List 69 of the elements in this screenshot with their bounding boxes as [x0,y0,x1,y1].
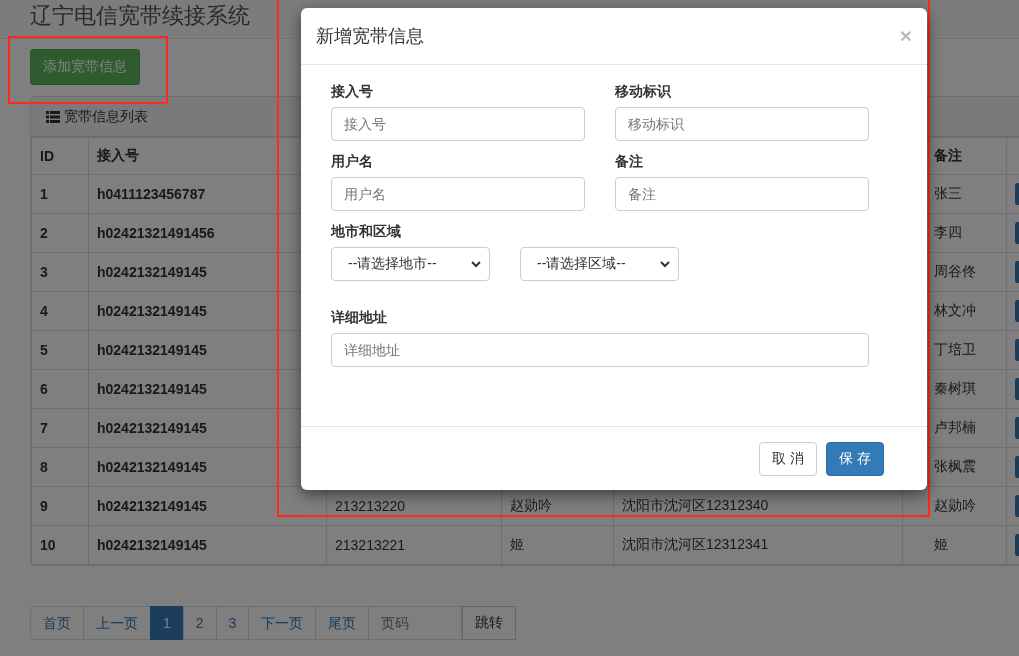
page-link[interactable]: 3 [215,606,250,640]
table-cell: h0242132149145 [97,303,207,319]
field-label: 用户名 [331,152,374,171]
table-cell: 张三 [934,185,962,201]
add-broadband-button[interactable]: 添加宽带信息 [30,49,140,85]
table-cell: 10 [40,537,56,553]
table-cell: 李四 [934,224,962,240]
table-cell: 赵勋吟 [510,497,552,513]
field-label: 地市和区域 [331,222,402,241]
table-cell: 周谷佟 [934,263,976,279]
table-cell: h0242132149145 [97,342,207,358]
table-cell: 卢邦楠 [934,419,976,435]
table-cell: 姬 [510,536,524,552]
table-cell: 赵勋吟 [934,497,976,513]
field-label: 详细地址 [331,308,388,327]
page-link[interactable]: 首页 [30,606,84,640]
table-cell: h02421321491456 [97,225,215,241]
field-label: 接入号 [331,82,374,101]
select-dropdown[interactable]: --请选择地市-- [331,247,490,281]
input-field[interactable]: 接入号 [331,107,585,141]
table-cell: 7 [40,420,48,436]
table-cell: h0242132149145 [97,498,207,514]
column-header: ID [31,137,89,175]
input-field[interactable]: 详细地址 [331,333,869,367]
list-icon [46,110,60,123]
table-cell: 张枫震 [934,458,976,474]
close-button[interactable]: × [899,24,912,48]
input-field[interactable]: 用户名 [331,177,585,211]
input-field[interactable]: 移动标识 [615,107,869,141]
page-link[interactable]: 下一页 [248,606,317,640]
panel-title: 宽带信息列表 [64,107,148,126]
cancel-button[interactable]: 取 消 [759,441,818,476]
table-cell: 林文冲 [934,302,976,318]
table-cell: h0242132149145 [97,537,207,553]
table-cell: 1 [40,186,48,202]
table-cell: 8 [40,459,48,475]
table-cell: h0411123456787 [97,186,206,202]
table-cell: 4 [40,303,48,319]
jump-button[interactable]: 跳转 [462,606,517,640]
field-label: 备注 [615,152,644,171]
page-number-field[interactable]: 页码 [368,606,463,640]
table-cell: 213213221 [335,537,406,553]
table-cell: 沈阳市沈河区12312341 [622,536,769,552]
chevron-down-icon [471,260,481,268]
table-cell: 沈阳市沈河区12312340 [622,497,769,513]
save-button[interactable]: 保 存 [826,441,884,476]
page-link[interactable]: 尾页 [315,606,370,640]
chevron-down-icon [660,260,670,268]
page-link[interactable]: 1 [150,606,184,640]
select-dropdown[interactable]: --请选择区域-- [520,247,679,281]
field-label: 移动标识 [615,82,672,101]
table-cell: 姬 [934,536,948,552]
table-cell: h0242132149145 [97,381,207,397]
table-cell: 3 [40,264,48,280]
page-link[interactable]: 2 [182,606,217,640]
input-field[interactable]: 备注 [615,177,869,211]
table-cell: h0242132149145 [97,264,207,280]
table-cell: 213213220 [335,498,406,514]
site-title: 辽宁电信宽带续接系统 [30,2,251,30]
table-cell: 秦树琪 [934,380,976,396]
dialog-title: 新增宽带信息 [316,25,424,48]
table-cell: h0242132149145 [97,459,207,475]
table-cell: 2 [40,225,48,241]
table-cell: 丁培卫 [934,341,976,357]
table-cell: 5 [40,342,48,358]
table-cell: h0242132149145 [97,420,207,436]
table-cell: 9 [40,498,48,514]
table-cell: 6 [40,381,48,397]
page-link[interactable]: 上一页 [83,606,151,640]
